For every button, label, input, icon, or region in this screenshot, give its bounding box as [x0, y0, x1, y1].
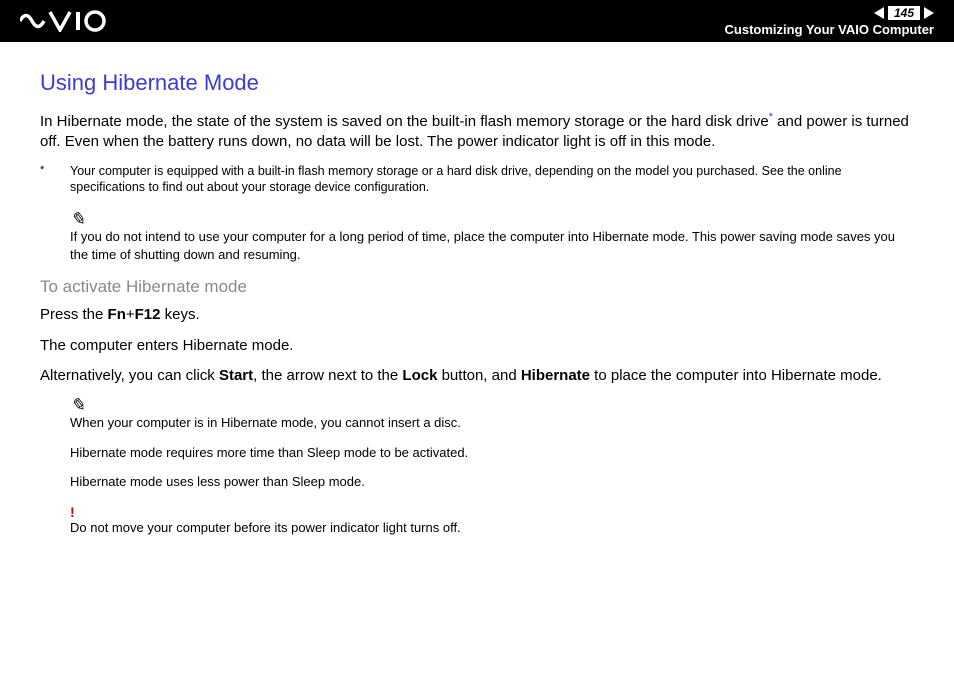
page-title: Using Hibernate Mode: [40, 70, 914, 96]
alt-start: Start: [219, 367, 253, 384]
alt-post: to place the computer into Hibernate mod…: [590, 367, 882, 384]
page-content: Using Hibernate Mode In Hibernate mode, …: [0, 42, 954, 570]
footnote-marker: *: [40, 163, 70, 197]
alternative-text: Alternatively, you can click Start, the …: [40, 366, 914, 386]
page-number: 145: [888, 6, 920, 20]
prev-page-arrow-icon[interactable]: [874, 7, 884, 19]
alt-pre: Alternatively, you can click: [40, 367, 219, 384]
pencil-icon: ✎: [70, 396, 914, 414]
page-nav: 145: [725, 6, 934, 20]
key-fn: Fn: [108, 306, 126, 323]
intro-text-pre: In Hibernate mode, the state of the syst…: [40, 113, 769, 130]
press-pre: Press the: [40, 306, 108, 323]
intro-paragraph: In Hibernate mode, the state of the syst…: [40, 110, 914, 153]
footnote: * Your computer is equipped with a built…: [40, 163, 914, 197]
tip-1-text: If you do not intend to use your compute…: [70, 228, 914, 263]
press-plus: +: [126, 306, 135, 323]
pencil-icon: ✎: [70, 210, 914, 228]
tip-2b: Hibernate mode requires more time than S…: [70, 444, 914, 462]
alt-hibernate: Hibernate: [521, 367, 590, 384]
alt-mid1: , the arrow next to the: [253, 367, 402, 384]
footnote-text: Your computer is equipped with a built-i…: [70, 163, 914, 197]
press-post: keys.: [160, 306, 199, 323]
enters-text: The computer enters Hibernate mode.: [40, 336, 914, 356]
alt-mid2: button, and: [437, 367, 520, 384]
breadcrumb: Customizing Your VAIO Computer: [725, 22, 934, 37]
alt-lock: Lock: [402, 367, 437, 384]
key-f12: F12: [135, 306, 161, 323]
header-right: 145 Customizing Your VAIO Computer: [725, 6, 934, 37]
tip-2a: When your computer is in Hibernate mode,…: [70, 414, 914, 432]
warning-text: Do not move your computer before its pow…: [70, 519, 914, 537]
exclamation-icon: !: [70, 505, 914, 519]
tip-block-2: ✎ When your computer is in Hibernate mod…: [70, 396, 914, 491]
header-bar: 145 Customizing Your VAIO Computer: [0, 0, 954, 42]
press-keys-text: Press the Fn+F12 keys.: [40, 305, 914, 325]
warning-block: ! Do not move your computer before its p…: [70, 505, 914, 537]
sub-heading: To activate Hibernate mode: [40, 277, 914, 297]
vaio-logo: [20, 10, 130, 32]
tip-2c: Hibernate mode uses less power than Slee…: [70, 473, 914, 491]
next-page-arrow-icon[interactable]: [924, 7, 934, 19]
tip-block-1: ✎ If you do not intend to use your compu…: [70, 210, 914, 263]
